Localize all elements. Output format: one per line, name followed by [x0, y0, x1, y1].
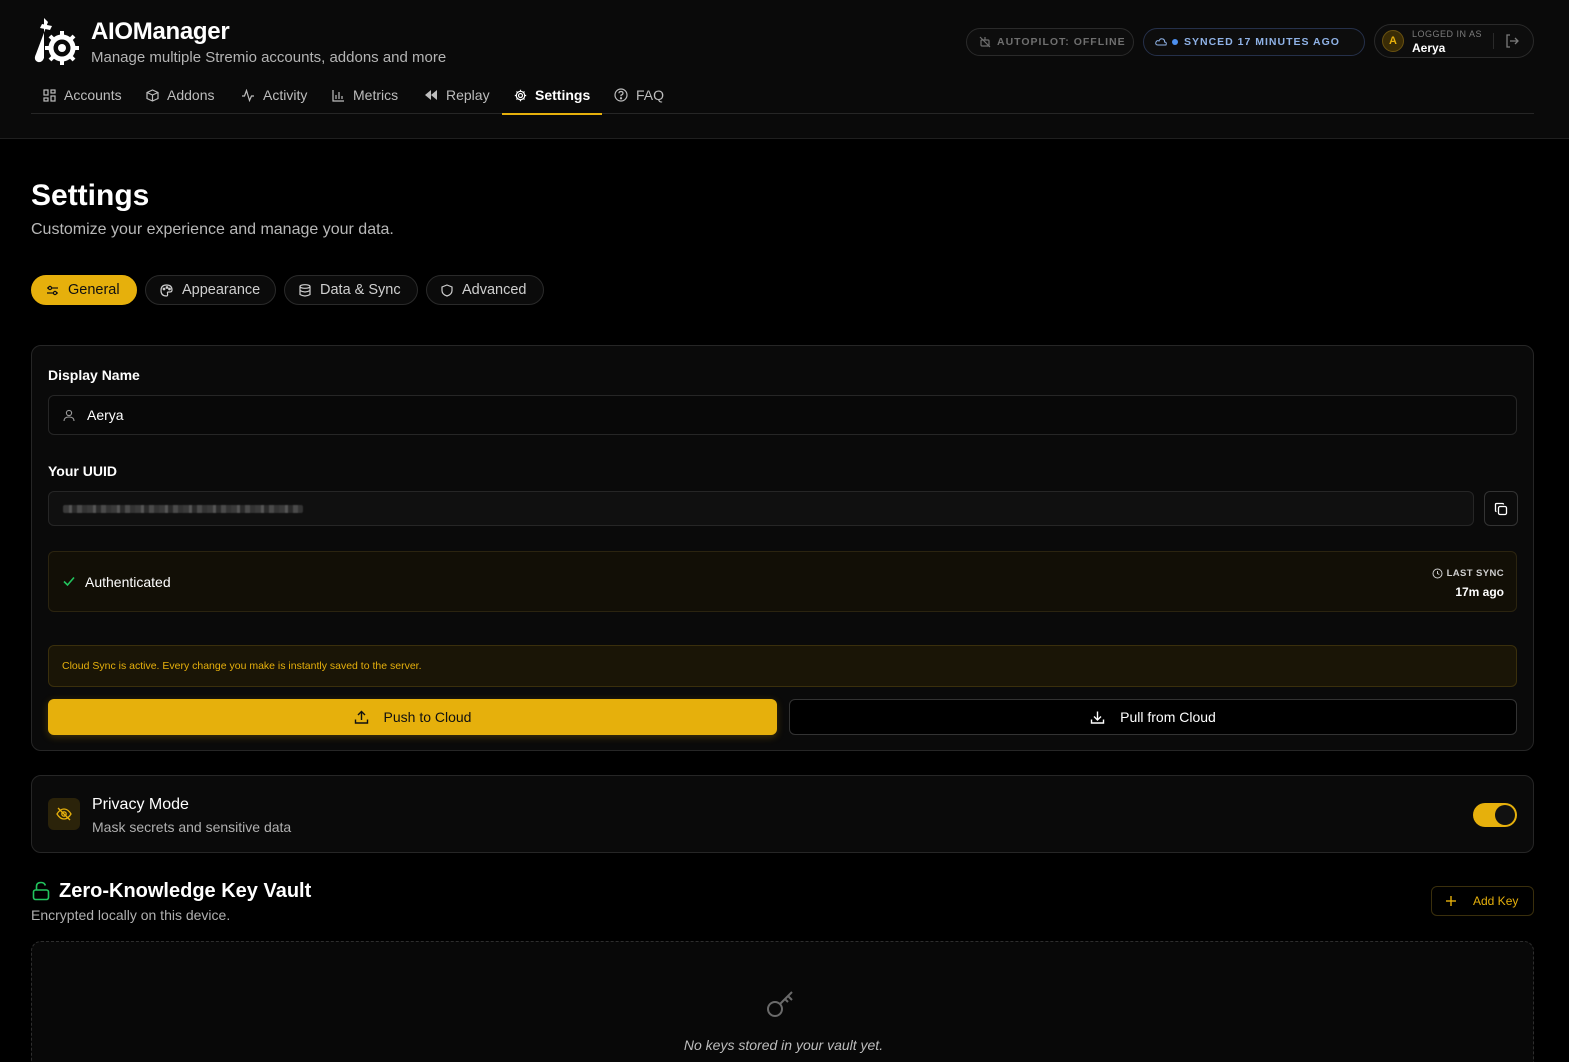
logged-in-label: LOGGED IN AS — [1412, 29, 1483, 39]
rewind-icon — [425, 90, 437, 100]
last-sync-label: LAST SYNC — [1432, 568, 1504, 579]
bar-chart-icon — [332, 89, 344, 102]
nav-item-label: Activity — [263, 87, 308, 103]
clock-icon — [1432, 568, 1443, 579]
nav-item-label: Accounts — [64, 87, 122, 103]
gear-icon — [514, 89, 527, 101]
database-icon — [299, 283, 311, 297]
nav-item-label: Metrics — [353, 87, 399, 103]
check-icon — [63, 576, 75, 587]
app-logo-icon — [34, 18, 79, 65]
account-card: Display Name Aerya Your UUID Authenticat… — [31, 345, 1534, 751]
shield-icon — [441, 283, 453, 297]
uuid-masked-value — [63, 504, 303, 513]
grid-icon — [43, 88, 56, 102]
tab-label: General — [68, 282, 120, 298]
download-icon — [1090, 711, 1105, 724]
logout-icon[interactable] — [1505, 34, 1519, 48]
push-to-cloud-label: Push to Cloud — [383, 709, 472, 725]
activity-icon — [242, 88, 254, 102]
auth-status-text: Authenticated — [85, 574, 171, 590]
plus-icon — [1446, 896, 1456, 906]
display-name-field[interactable]: Aerya — [48, 395, 1517, 435]
nav-item-activity[interactable]: Activity — [229, 76, 319, 114]
tab-label: Data & Sync — [320, 282, 401, 298]
nav-item-label: Addons — [167, 87, 215, 103]
sync-dot — [1172, 39, 1178, 45]
help-circle-icon — [614, 88, 628, 102]
nav-item-replay[interactable]: Replay — [412, 76, 502, 114]
page-subtitle: Customize your experience and manage you… — [31, 221, 394, 238]
app-subtitle: Manage multiple Stremio accounts, addons… — [91, 49, 447, 66]
app-header: AIOManager Manage multiple Stremio accou… — [0, 0, 1569, 139]
auth-status-panel: Authenticated LAST SYNC 17m ago — [48, 551, 1517, 612]
tab-advanced[interactable]: Advanced — [426, 275, 544, 305]
sync-status-text: SYNCED 17 MINUTES AGO — [1184, 36, 1340, 48]
nav-item-metrics[interactable]: Metrics — [320, 76, 410, 114]
tab-label: Appearance — [182, 282, 261, 298]
uuid-field[interactable] — [48, 491, 1474, 526]
divider — [1493, 33, 1494, 49]
uuid-label: Your UUID — [48, 463, 117, 479]
vault-empty-state: No keys stored in your vault yet. — [31, 941, 1534, 1062]
upload-icon — [354, 710, 368, 724]
vault-subtitle: Encrypted locally on this device. — [31, 907, 231, 923]
privacy-mode-toggle[interactable] — [1473, 803, 1517, 827]
copy-uuid-button[interactable] — [1484, 491, 1518, 526]
privacy-mode-title: Privacy Mode — [92, 796, 189, 813]
display-name-value: Aerya — [87, 407, 124, 423]
last-sync-label-text: LAST SYNC — [1446, 568, 1504, 579]
user-menu[interactable]: A LOGGED IN AS Aerya — [1374, 24, 1534, 58]
tab-general[interactable]: General — [31, 275, 137, 305]
autopilot-status-text: AUTOPILOT: OFFLINE — [997, 36, 1126, 48]
display-name-label: Display Name — [48, 367, 140, 383]
avatar: A — [1382, 30, 1404, 52]
add-key-label: Add Key — [1473, 894, 1519, 908]
cloud-sync-notice: Cloud Sync is active. Every change you m… — [48, 645, 1517, 687]
sync-status-badge[interactable]: SYNCED 17 MINUTES AGO — [1143, 28, 1365, 56]
cloud-icon — [1155, 38, 1167, 46]
lock-open-icon — [32, 881, 50, 901]
nav-item-faq[interactable]: FAQ — [602, 76, 676, 114]
key-icon — [767, 991, 793, 1017]
last-sync-value: 17m ago — [1455, 585, 1504, 599]
sliders-icon — [47, 285, 58, 295]
vault-empty-text: No keys stored in your vault yet. — [683, 1037, 884, 1053]
nav-item-label: Settings — [535, 87, 591, 103]
add-key-button[interactable]: Add Key — [1431, 886, 1534, 916]
privacy-mode-card: Privacy Mode Mask secrets and sensitive … — [31, 775, 1534, 853]
tab-data-sync[interactable]: Data & Sync — [284, 275, 418, 305]
autopilot-status-badge[interactable]: AUTOPILOT: OFFLINE — [966, 28, 1134, 56]
privacy-mode-subtitle: Mask secrets and sensitive data — [92, 819, 292, 835]
nav-item-label: Replay — [446, 87, 490, 103]
pull-from-cloud-button[interactable]: Pull from Cloud — [789, 699, 1517, 735]
app-title: AIOManager — [91, 18, 230, 45]
main-nav: Accounts Addons Activity Metrics Replay … — [31, 76, 1534, 115]
toggle-knob — [1495, 805, 1515, 825]
bot-off-icon — [979, 36, 991, 48]
tab-label: Advanced — [462, 282, 527, 298]
palette-icon — [160, 283, 173, 297]
page-title: Settings — [31, 179, 150, 212]
vault-title: Zero-Knowledge Key Vault — [59, 880, 312, 902]
nav-item-addons[interactable]: Addons — [134, 76, 226, 114]
package-icon — [146, 88, 159, 102]
user-icon — [63, 409, 75, 421]
nav-item-label: FAQ — [636, 87, 665, 103]
tab-appearance[interactable]: Appearance — [145, 275, 276, 305]
pull-from-cloud-label: Pull from Cloud — [1120, 709, 1216, 725]
nav-item-settings[interactable]: Settings — [502, 76, 603, 115]
eye-off-icon — [48, 798, 80, 830]
copy-icon — [1494, 502, 1508, 515]
logged-in-name: Aerya — [1412, 41, 1446, 55]
nav-item-accounts[interactable]: Accounts — [31, 76, 134, 114]
push-to-cloud-button[interactable]: Push to Cloud — [48, 699, 777, 735]
